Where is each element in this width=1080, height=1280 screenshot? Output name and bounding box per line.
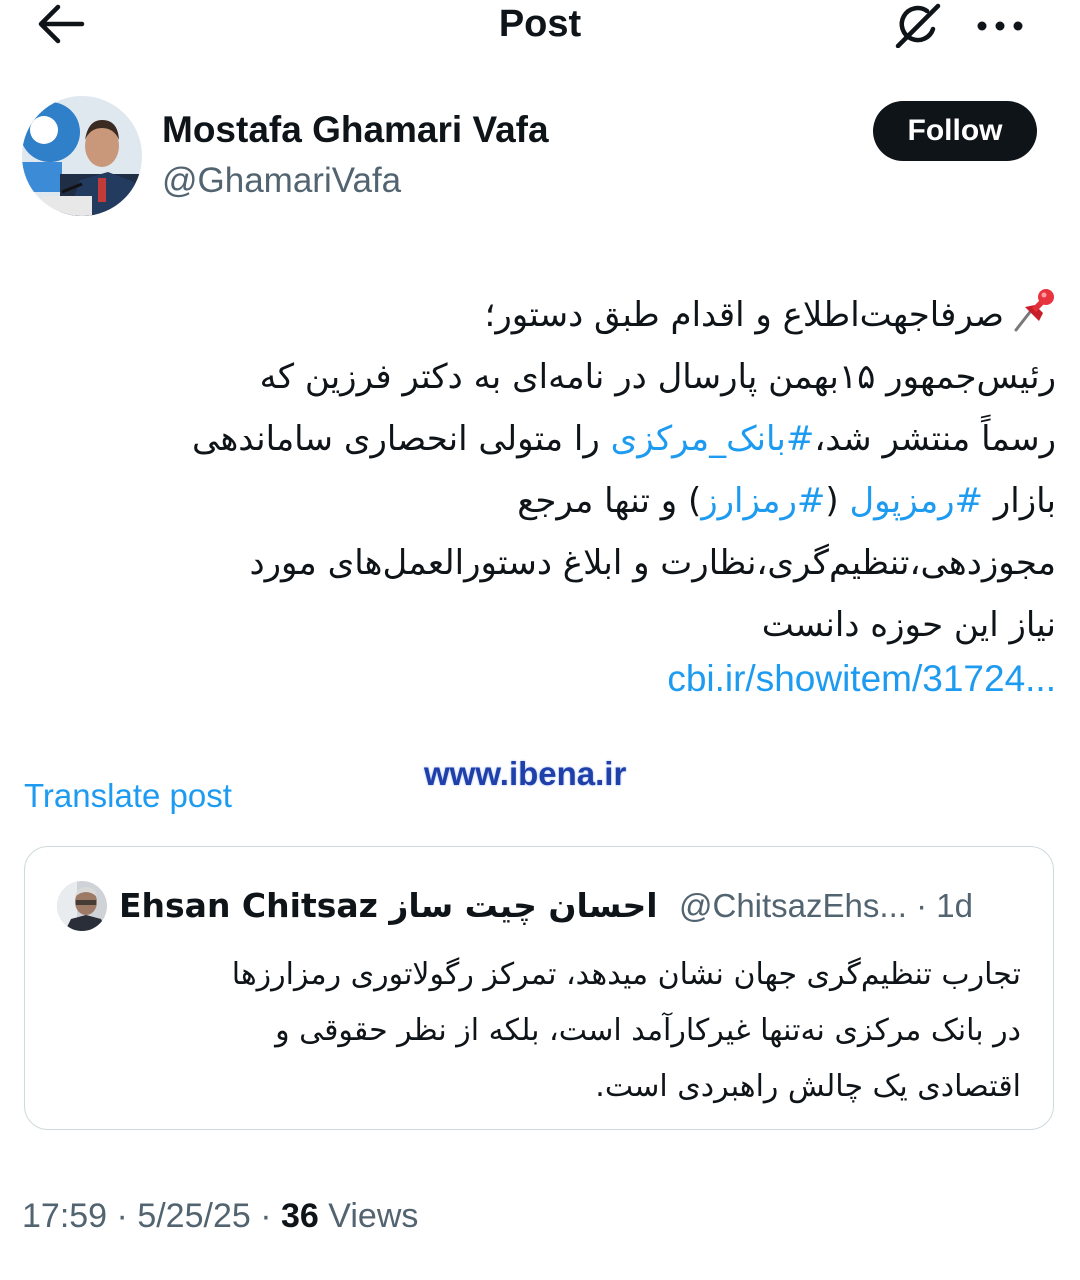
quote-author-name: Ehsan Chitsaz احسان چیت ساز — [119, 886, 658, 925]
post-metadata: 17:59 · 5/25/25 · 36 Views — [22, 1197, 419, 1235]
quote-line: اقتصادی یک چالش راهبردی است. — [595, 1069, 1021, 1104]
post-time: 17:59 — [22, 1197, 108, 1235]
post-text-segment: رسماً منتشر شد، — [814, 419, 1056, 459]
quote-line: در بانک مرکزی نه‌تنها غیرکارآمد است، بلک… — [275, 1013, 1021, 1048]
post-text-segment: رئیس‌جمهور ۱۵بهمن پارسال در نامه‌ای به د… — [259, 357, 1056, 397]
watermark-text: www.ibena.ir — [424, 755, 627, 792]
grok-icon — [895, 3, 941, 49]
post-text: صرفاجهت‌اطلاع و اقدام طبق دستور؛ رئیس‌جمه… — [20, 284, 1056, 656]
post-link[interactable]: cbi.ir/showitem/31724... — [20, 654, 1056, 704]
hashtag-link[interactable]: #رمزارز — [701, 481, 825, 521]
hashtag-link[interactable]: #رمزپول — [849, 481, 983, 521]
post-text-segment: را متولی انحصاری ساماندهی — [192, 419, 611, 459]
post-line: رسماً منتشر شد،#بانک_مرکزی را متولی انحص… — [20, 408, 1056, 470]
quoted-post-card[interactable]: Ehsan Chitsaz احسان چیت ساز @ChitsazEhs.… — [24, 846, 1054, 1130]
more-options-button[interactable] — [972, 4, 1028, 44]
post-text-segment: ) و تنها مرجع — [517, 481, 702, 521]
post-text-segment: بازار — [983, 481, 1056, 521]
quote-line: تجارب تنظیم‌گری جهان نشان میدهد، تمرکز ر… — [231, 957, 1021, 992]
views-label[interactable]: Views — [328, 1197, 418, 1235]
post-line: مجوزدهی،تنظیم‌گری،نظارت و ابلاغ دستورالع… — [20, 532, 1056, 594]
author-handle[interactable]: @GhamariVafa — [162, 160, 401, 202]
post-line: نیاز این حوزه دانست — [20, 594, 1056, 656]
post-text-segment: نیاز این حوزه دانست — [761, 605, 1056, 645]
top-bar: Post — [0, 0, 1080, 50]
post-date: 5/25/25 — [137, 1197, 251, 1235]
more-horizontal-icon — [977, 21, 1023, 31]
views-count: 36 — [281, 1197, 319, 1235]
follow-button[interactable]: Follow — [873, 101, 1037, 161]
post-text-segment: مجوزدهی،تنظیم‌گری،نظارت و ابلاغ دستورالع… — [249, 543, 1056, 583]
author-avatar[interactable] — [22, 96, 142, 216]
post-line: رئیس‌جمهور ۱۵بهمن پارسال در نامه‌ای به د… — [20, 346, 1056, 408]
post-line: بازار #رمزپول (#رمزارز) و تنها مرجع — [20, 470, 1056, 532]
grok-button[interactable] — [892, 2, 944, 49]
quote-author-avatar — [57, 881, 107, 931]
author-name[interactable]: Mostafa Ghamari Vafa — [162, 108, 549, 152]
hashtag-link[interactable]: #بانک_مرکزی — [611, 419, 815, 459]
post-text-segment: صرفاجهت‌اطلاع و اقدام طبق دستور؛ — [484, 295, 1004, 335]
quote-author-meta: @ChitsazEhs... · 1d — [679, 887, 973, 924]
pushpin-icon — [1014, 289, 1054, 332]
quote-text: تجارب تنظیم‌گری جهان نشان میدهد، تمرکز ر… — [45, 947, 1021, 1115]
post-line: صرفاجهت‌اطلاع و اقدام طبق دستور؛ — [20, 284, 1056, 346]
translate-post-link[interactable]: Translate post — [24, 774, 232, 818]
post-text-segment: ( — [825, 481, 850, 521]
